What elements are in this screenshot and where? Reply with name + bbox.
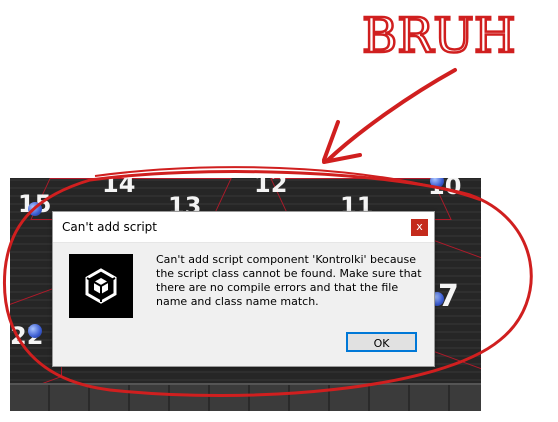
- dialog-title: Can't add script: [62, 220, 157, 234]
- floor-strip: [10, 383, 481, 411]
- board-number: 12: [254, 178, 288, 198]
- unity-logo-icon: [69, 254, 133, 318]
- annotation-text: BRUH: [362, 8, 516, 64]
- ball-icon: [28, 202, 42, 216]
- dialog-titlebar: Can't add script x: [53, 212, 434, 243]
- close-icon: x: [416, 220, 423, 233]
- close-button[interactable]: x: [411, 219, 428, 236]
- error-dialog: Can't add script x Can't add script comp…: [52, 211, 435, 367]
- board-number: 14: [102, 178, 136, 198]
- ball-icon: [28, 324, 42, 338]
- ok-button[interactable]: OK: [346, 332, 417, 352]
- dialog-message: Can't add script component 'Kontrolki' b…: [156, 253, 422, 308]
